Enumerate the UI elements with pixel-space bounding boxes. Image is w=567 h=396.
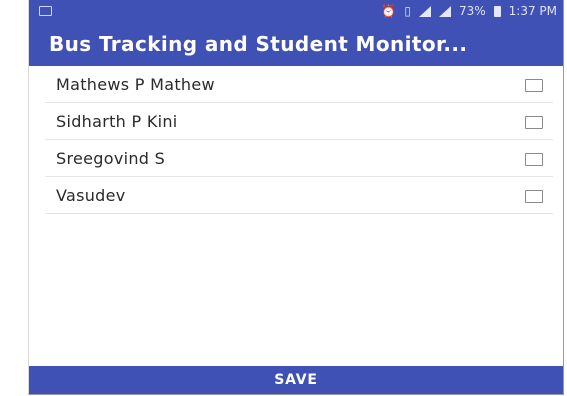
student-checkbox[interactable] [525,190,543,203]
student-checkbox[interactable] [525,116,543,129]
student-name: Sreegovind S [56,149,166,168]
vibrate-icon: ▯ [404,4,411,18]
notification-icon [39,6,52,16]
status-bar: ⏰ ▯ 73% 1:37 PM [29,0,563,24]
battery-percent: 73% [458,4,486,18]
student-row[interactable]: Mathews P Mathew [45,66,553,103]
no-sim-icon [418,5,431,17]
app-bar: Bus Tracking and Student Monitor... [29,24,563,66]
battery-icon [493,5,501,17]
signal-icon [438,5,451,17]
app-title: Bus Tracking and Student Monitor... [49,32,468,56]
save-label: SAVE [274,372,318,388]
save-button[interactable]: SAVE [29,366,563,394]
student-row[interactable]: Sreegovind S [45,140,553,177]
student-name: Sidharth P Kini [56,112,178,131]
student-name: Vasudev [56,186,126,205]
alarm-icon: ⏰ [381,4,397,18]
student-list: Mathews P Mathew Sidharth P Kini Sreegov… [29,66,563,214]
phone-screen: ⏰ ▯ 73% 1:37 PM Bus Tracking and Student… [28,0,564,395]
status-time: 1:37 PM [508,4,557,18]
student-checkbox[interactable] [525,153,543,166]
student-row[interactable]: Sidharth P Kini [45,103,553,140]
student-name: Mathews P Mathew [56,75,215,94]
status-indicators: ⏰ ▯ 73% 1:37 PM [381,4,557,18]
student-row[interactable]: Vasudev [45,177,553,214]
student-checkbox[interactable] [525,79,543,92]
